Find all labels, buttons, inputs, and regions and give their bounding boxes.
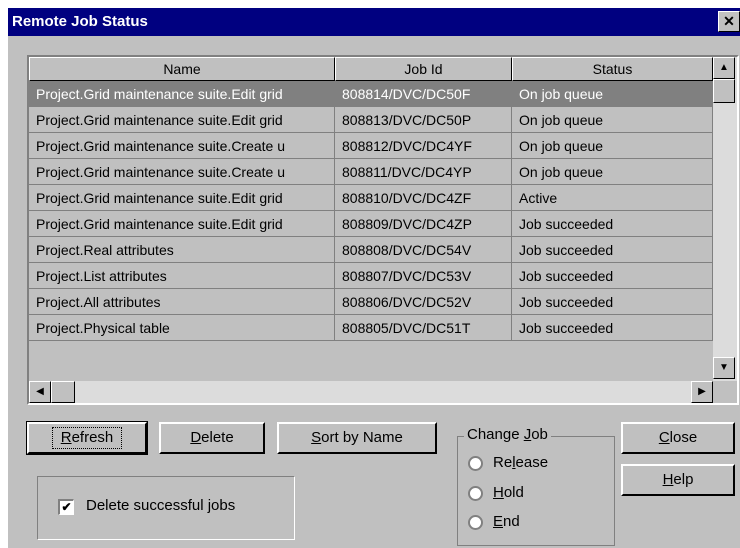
table-row[interactable]: Project.Real attributes 808808/DVC/DC54V J… xyxy=(29,237,713,263)
hold-radio[interactable] xyxy=(468,486,483,501)
cell-name: Project.Grid maintenance suite.Edit grid xyxy=(29,185,335,211)
cell-job-id: 808812/DVC/DC4YF xyxy=(335,133,512,159)
cell-job-id: 808814/DVC/DC50F xyxy=(335,81,512,107)
table-row[interactable]: Project.Physical table 808805/DVC/DC51T Jo… xyxy=(29,315,713,341)
delete-successful-group: ✔ Delete successful jobs xyxy=(37,476,295,540)
table-row[interactable]: Project.Grid maintenance suite.Edit grid… xyxy=(29,211,713,237)
release-radio[interactable] xyxy=(468,456,483,471)
cell-status: Job succeeded xyxy=(512,289,713,315)
release-label[interactable]: Release xyxy=(493,454,548,471)
scroll-left-icon[interactable]: ◀ xyxy=(29,381,51,403)
table-row[interactable]: Project.Grid maintenance suite.Edit grid… xyxy=(29,185,713,211)
close-icon[interactable]: ✕ xyxy=(718,11,740,32)
remote-job-status-window: Remote Job Status ✕ Name Job Id Status P… xyxy=(8,8,740,548)
table-row[interactable]: Project.List attributes 808807/DVC/DC53V J… xyxy=(29,263,713,289)
hold-label[interactable]: Hold xyxy=(493,484,524,501)
scroll-right-icon[interactable]: ▶ xyxy=(691,381,713,403)
horizontal-scroll-thumb[interactable] xyxy=(51,381,75,403)
cell-name: Project.Grid maintenance suite.Edit grid xyxy=(29,107,335,133)
window-title: Remote Job Status xyxy=(12,13,148,30)
refresh-button[interactable]: Refresh xyxy=(26,421,148,455)
cell-job-id: 808813/DVC/DC50P xyxy=(335,107,512,133)
column-header-name[interactable]: Name xyxy=(29,57,335,81)
table-row[interactable]: Project.Grid maintenance suite.Edit grid… xyxy=(29,81,713,107)
column-header-job-id[interactable]: Job Id xyxy=(335,57,512,81)
cell-status: Job succeeded xyxy=(512,315,713,341)
end-radio[interactable] xyxy=(468,515,483,530)
cell-status: Active xyxy=(512,185,713,211)
title-bar: Remote Job Status xyxy=(8,8,740,36)
scroll-up-icon[interactable]: ▲ xyxy=(713,57,735,79)
column-header-status[interactable]: Status xyxy=(512,57,713,81)
refresh-button-label: Refresh xyxy=(51,427,123,449)
cell-job-id: 808811/DVC/DC4YP xyxy=(335,159,512,185)
cell-job-id: 808809/DVC/DC4ZP xyxy=(335,211,512,237)
job-list[interactable]: Name Job Id Status Project.Grid maintena… xyxy=(27,55,739,405)
end-label[interactable]: End xyxy=(493,513,520,530)
cell-status: Job succeeded xyxy=(512,263,713,289)
cell-name: Project.Grid maintenance suite.Edit grid xyxy=(29,81,335,107)
table-row[interactable]: Project.Grid maintenance suite.Create u8… xyxy=(29,159,713,185)
cell-job-id: 808805/DVC/DC51T xyxy=(335,315,512,341)
cell-name: Project.Grid maintenance suite.Create u xyxy=(29,133,335,159)
scroll-down-icon[interactable]: ▼ xyxy=(713,357,735,379)
cell-name: Project.All attributes xyxy=(29,289,335,315)
cell-status: Job succeeded xyxy=(512,237,713,263)
cell-job-id: 808810/DVC/DC4ZF xyxy=(335,185,512,211)
change-job-legend: Change Job xyxy=(464,426,551,443)
scrollbar-corner xyxy=(713,381,737,403)
cell-name: Project.Grid maintenance suite.Edit grid xyxy=(29,211,335,237)
cell-status: On job queue xyxy=(512,81,713,107)
vertical-scroll-thumb[interactable] xyxy=(713,79,735,103)
cell-status: On job queue xyxy=(512,159,713,185)
cell-job-id: 808806/DVC/DC52V xyxy=(335,289,512,315)
cell-name: Project.Physical table xyxy=(29,315,335,341)
vertical-scrollbar[interactable]: ▲ ▼ xyxy=(713,57,737,381)
sort-by-name-button[interactable]: Sort by Name xyxy=(277,422,437,454)
cell-name: Project.List attributes xyxy=(29,263,335,289)
delete-successful-checkbox[interactable]: ✔ xyxy=(58,499,74,515)
cell-job-id: 808807/DVC/DC53V xyxy=(335,263,512,289)
job-rows: Project.Grid maintenance suite.Edit grid… xyxy=(29,81,713,381)
cell-status: On job queue xyxy=(512,133,713,159)
help-button[interactable]: Help xyxy=(621,464,735,496)
delete-button[interactable]: Delete xyxy=(159,422,265,454)
column-headers: Name Job Id Status xyxy=(29,57,713,81)
table-row[interactable]: Project.Grid maintenance suite.Create u8… xyxy=(29,133,713,159)
cell-status: On job queue xyxy=(512,107,713,133)
cell-status: Job succeeded xyxy=(512,211,713,237)
cell-name: Project.Real attributes xyxy=(29,237,335,263)
horizontal-scrollbar[interactable]: ◀ ▶ xyxy=(29,381,713,403)
close-button[interactable]: Close xyxy=(621,422,735,454)
cell-name: Project.Grid maintenance suite.Create u xyxy=(29,159,335,185)
cell-job-id: 808808/DVC/DC54V xyxy=(335,237,512,263)
delete-successful-label[interactable]: Delete successful jobs xyxy=(86,497,235,514)
table-row[interactable]: Project.Grid maintenance suite.Edit grid… xyxy=(29,107,713,133)
table-row[interactable]: Project.All attributes 808806/DVC/DC52V Jo… xyxy=(29,289,713,315)
